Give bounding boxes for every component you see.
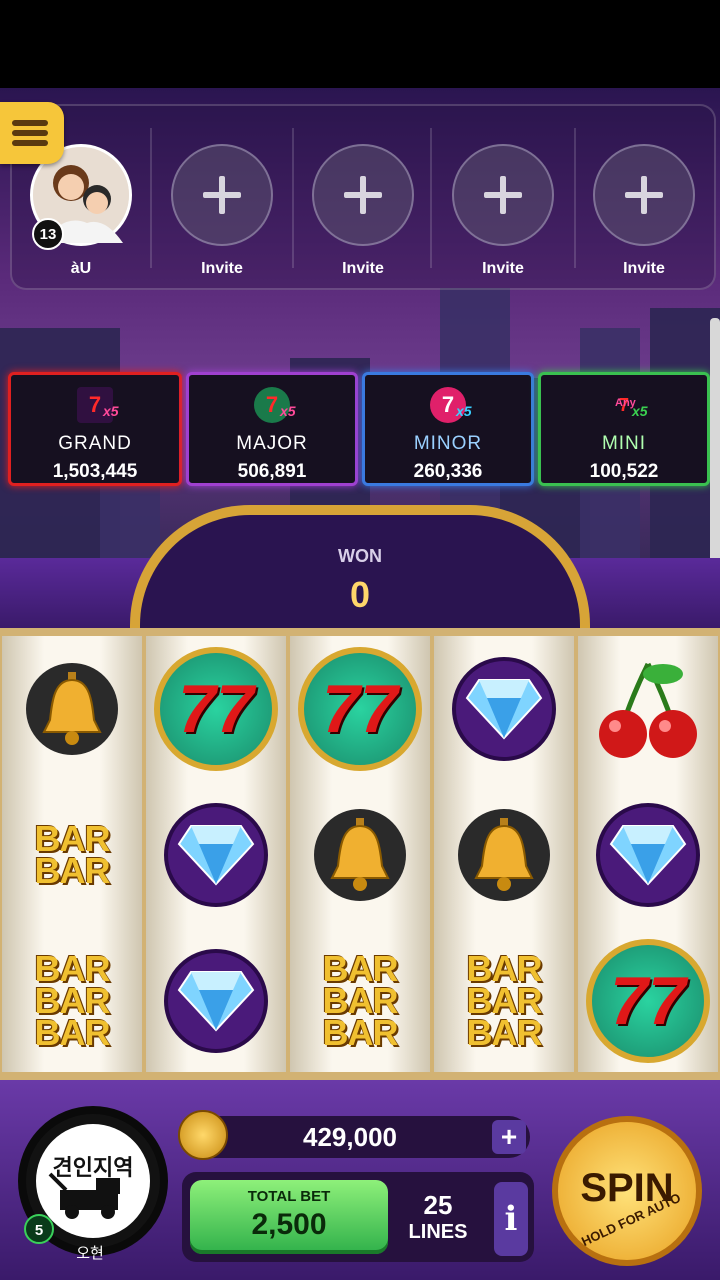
- coin-icon: [178, 1110, 228, 1160]
- won-value: 0: [349, 574, 371, 615]
- jackpot-multiplier: x5: [280, 403, 296, 419]
- player-level-badge: 13: [32, 218, 64, 250]
- seven-symbol: 77: [578, 928, 718, 1073]
- info-button[interactable]: i: [494, 1182, 528, 1256]
- diamond-symbol: [578, 782, 718, 927]
- diamond-symbol: [434, 636, 574, 781]
- bar-bar-symbol: BAR BAR: [2, 782, 142, 927]
- club-name: 오현: [76, 1245, 104, 1262]
- plus-icon: [484, 176, 522, 214]
- jackpot-major[interactable]: 7 x5 MAJOR 506,891: [186, 372, 358, 486]
- invite-slot[interactable]: Invite: [432, 106, 574, 288]
- bar-bar-bar-symbol: BAR BAR BAR: [2, 928, 142, 1073]
- club-emblem-text: 견인지역: [52, 1155, 134, 1180]
- won-label: WON: [338, 546, 382, 566]
- jackpot-mini[interactable]: 7 Any x5 MINI 100,522: [538, 372, 710, 486]
- bar-icon: BAR BAR BAR: [34, 947, 111, 1053]
- reel: 77 BAR BAR BAR: [290, 636, 430, 1072]
- jackpot-multiplier: x5: [632, 403, 648, 419]
- jackpot-value: 506,891: [237, 461, 307, 482]
- cherry-icon: [599, 662, 697, 758]
- diamond-icon: [164, 948, 268, 1053]
- bar-icon: BAR BAR BAR: [466, 947, 543, 1053]
- lines-count: 25: [423, 1190, 453, 1220]
- lines-display: 25 LINES: [396, 1190, 480, 1244]
- lines-label: LINES: [408, 1221, 468, 1243]
- add-coins-button[interactable]: +: [492, 1120, 526, 1154]
- cherry-symbol: [578, 636, 718, 781]
- diamond-icon: [596, 802, 700, 907]
- invite-label: Invite: [623, 260, 665, 277]
- jackpot-value: 260,336: [413, 461, 483, 482]
- total-bet-label: TOTAL BET: [247, 1188, 331, 1205]
- seven-symbol: 77: [146, 636, 286, 781]
- reels-area[interactable]: BAR BAR BAR BAR BAR 77 77 BAR BAR BAR BAR BAR BAR 77: [0, 628, 720, 1080]
- invite-slot[interactable]: Invite: [576, 106, 712, 288]
- jackpot-grand[interactable]: 7 x5 GRAND 1,503,445: [8, 372, 182, 486]
- jackpot-value: 1,503,445: [52, 461, 138, 482]
- seven-icon: 77: [586, 938, 710, 1063]
- club-level-badge: 5: [24, 1214, 54, 1244]
- total-bet-value: 2,500: [251, 1208, 327, 1241]
- bell-symbol: [290, 782, 430, 927]
- invite-button[interactable]: [452, 144, 554, 246]
- hamburger-icon-line: [12, 130, 48, 136]
- plus-icon: [625, 176, 663, 214]
- hamburger-icon-line: [12, 140, 48, 146]
- menu-button[interactable]: [0, 102, 64, 164]
- jackpot-name: MAJOR: [236, 433, 308, 454]
- bar-icon: BAR BAR: [34, 817, 111, 891]
- invite-button[interactable]: [593, 144, 695, 246]
- reel: BAR BAR BAR: [434, 636, 574, 1072]
- seven-icon: 77: [298, 646, 422, 771]
- diamond-icon: [452, 656, 556, 761]
- bell-icon: [314, 808, 406, 901]
- invite-label: Invite: [342, 260, 384, 277]
- invite-label: Invite: [482, 260, 524, 277]
- jackpot-name: GRAND: [58, 433, 132, 454]
- invite-button[interactable]: [171, 144, 273, 246]
- diamond-symbol: [146, 782, 286, 927]
- diamond-icon: [164, 802, 268, 907]
- jackpot-name: MINOR: [413, 433, 483, 454]
- invite-slot[interactable]: Invite: [152, 106, 292, 288]
- friends-panel: 13 àU Invite Invite Invite Invite: [10, 104, 716, 290]
- bell-icon: [26, 662, 118, 755]
- reel: BAR BAR BAR BAR BAR: [2, 636, 142, 1072]
- bar-bar-bar-symbol: BAR BAR BAR: [290, 928, 430, 1073]
- invite-slot[interactable]: Invite: [294, 106, 432, 288]
- coin-balance: 429,000: [303, 1122, 397, 1152]
- hamburger-icon: [12, 120, 48, 126]
- bell-symbol: [2, 636, 142, 781]
- bell-symbol: [434, 782, 574, 927]
- bell-icon: [458, 808, 550, 901]
- seven-symbol: 77: [290, 636, 430, 781]
- plus-icon: [203, 176, 241, 214]
- jackpot-name: MINI: [601, 433, 647, 454]
- diamond-symbol: [146, 928, 286, 1073]
- jackpot-value: 100,522: [589, 461, 659, 482]
- invite-button[interactable]: [312, 144, 414, 246]
- seven-icon: 77: [154, 646, 278, 771]
- plus-icon: [344, 176, 382, 214]
- status-bar: [0, 0, 720, 88]
- invite-label: Invite: [201, 260, 243, 277]
- player-name: àU: [70, 260, 92, 277]
- reel: 77: [146, 636, 286, 1072]
- jackpot-minor[interactable]: 7 x5 MINOR 260,336: [362, 372, 534, 486]
- jackpot-multiplier: x5: [456, 403, 472, 419]
- reel: 77: [578, 636, 718, 1072]
- bar-bar-bar-symbol: BAR BAR BAR: [434, 928, 574, 1073]
- jackpot-multiplier: x5: [103, 403, 119, 419]
- bar-icon: BAR BAR BAR: [322, 947, 399, 1053]
